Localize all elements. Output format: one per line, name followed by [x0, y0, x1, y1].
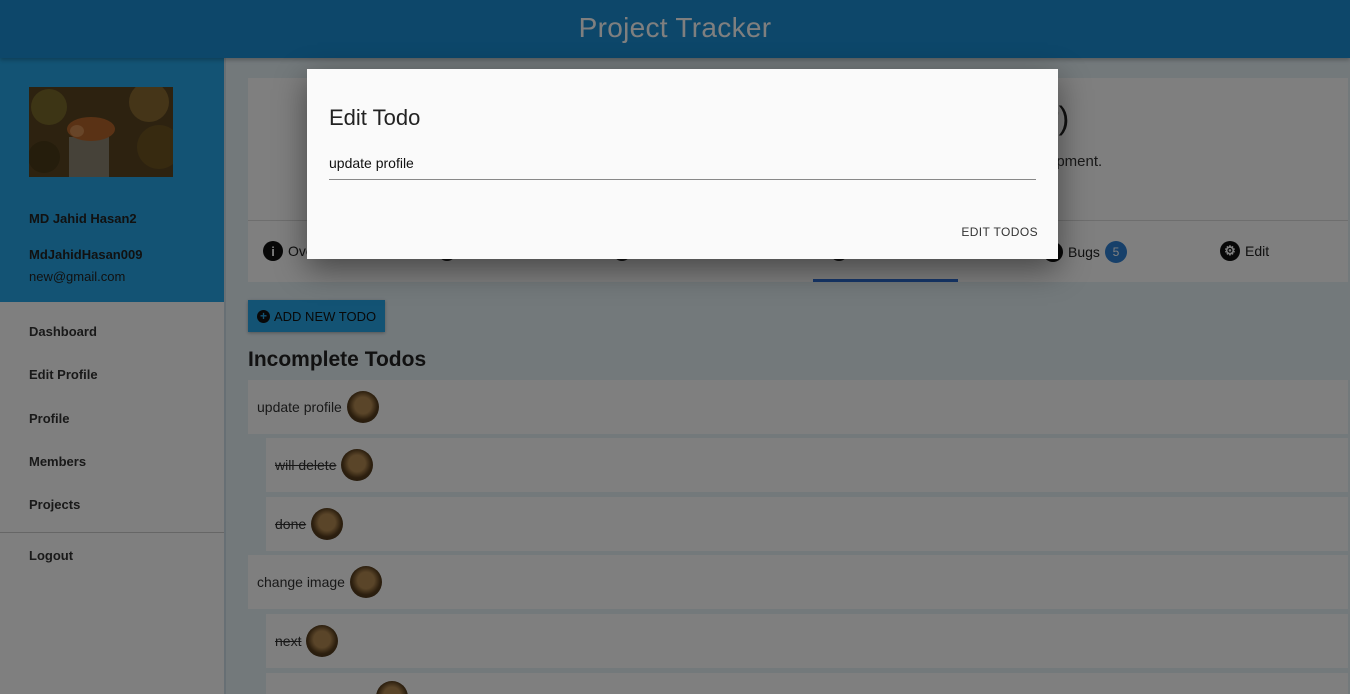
- todo-text-field[interactable]: [329, 147, 1036, 180]
- edit-todo-dialog: Edit Todo EDIT TODOS: [307, 69, 1058, 259]
- dialog-title: Edit Todo: [329, 105, 421, 130]
- edit-todos-button[interactable]: EDIT TODOS: [961, 225, 1038, 239]
